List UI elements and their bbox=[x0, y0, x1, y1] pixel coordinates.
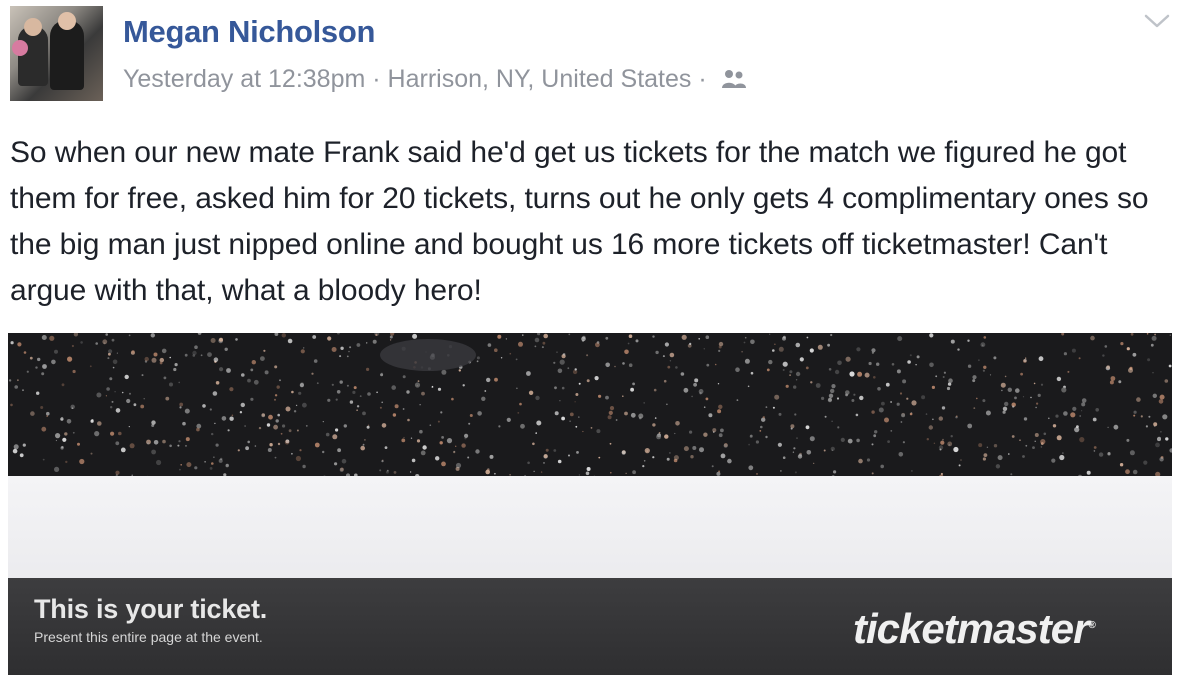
ticket-title: This is your ticket. bbox=[34, 594, 268, 624]
meta-separator: · bbox=[698, 64, 707, 93]
post-text: So when our new mate Frank said he'd get… bbox=[10, 136, 1149, 307]
post-timestamp[interactable]: Yesterday at 12:38pm bbox=[123, 65, 365, 93]
ticket-subtitle: Present this entire page at the event. bbox=[34, 629, 263, 645]
friends-icon[interactable] bbox=[720, 68, 748, 90]
ticket-banner: This is your ticket. Present this entire… bbox=[8, 578, 1172, 675]
avatar[interactable] bbox=[10, 6, 103, 101]
chevron-down-icon[interactable] bbox=[1140, 6, 1174, 36]
post-photo[interactable]: This is your ticket. Present this entire… bbox=[8, 333, 1172, 675]
author-name[interactable]: Megan Nicholson bbox=[123, 14, 375, 50]
speckled-countertop bbox=[8, 333, 1172, 483]
ticketmaster-logo: ticketmaster® bbox=[853, 605, 1096, 652]
post-location[interactable]: Harrison, NY, United States bbox=[388, 65, 692, 93]
facebook-post: Megan Nicholson Yesterday at 12:38pm · H… bbox=[0, 0, 1200, 675]
post-meta: Yesterday at 12:38pm · Harrison, NY, Uni… bbox=[123, 64, 748, 94]
meta-separator: · bbox=[372, 64, 381, 93]
